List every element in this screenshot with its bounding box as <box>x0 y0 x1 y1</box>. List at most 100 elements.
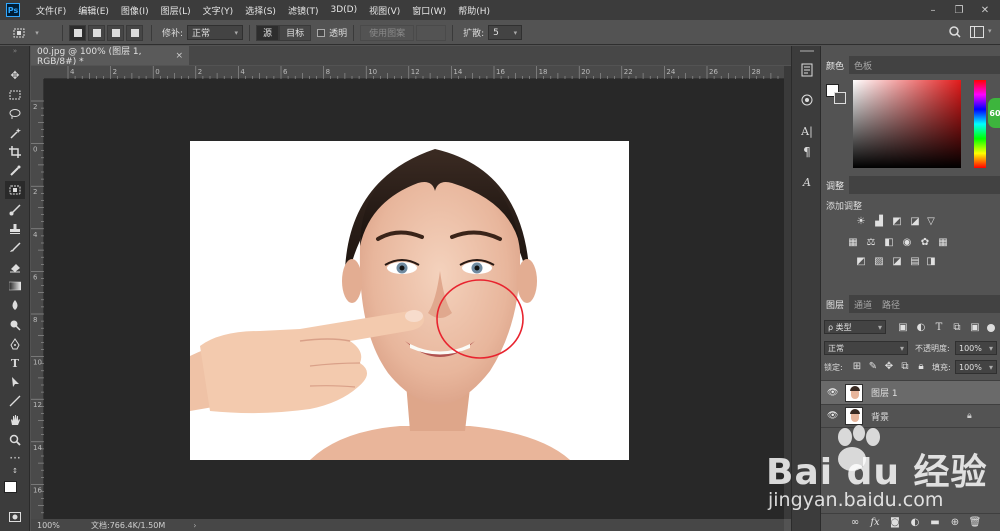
curves-icon[interactable]: ◩ <box>891 216 903 227</box>
filter-toggle-icon[interactable] <box>987 324 995 332</box>
hand-tool-icon[interactable] <box>5 411 25 429</box>
tab-layers[interactable]: 图层 <box>821 295 850 313</box>
swap-colors-icon[interactable]: ↕ <box>5 467 25 475</box>
color-balance-icon[interactable]: ⚖ <box>865 237 877 248</box>
menu-image[interactable]: 图像(I) <box>115 4 155 17</box>
glyphs-panel-icon[interactable]: A <box>798 174 816 190</box>
filter-pixel-icon[interactable]: ▣ <box>897 322 909 333</box>
menu-3d[interactable]: 3D(D) <box>324 5 363 15</box>
blur-tool-icon[interactable] <box>5 296 25 314</box>
target-button[interactable]: 目标 <box>279 24 312 41</box>
lock-all-icon[interactable]: 🔒︎ <box>915 361 927 372</box>
hue-saturation-icon[interactable]: ▦ <box>847 237 859 248</box>
color-field[interactable] <box>853 80 961 168</box>
crop-tool-icon[interactable] <box>5 143 25 161</box>
tab-adjustments[interactable]: 调整 <box>821 176 850 194</box>
layer-name[interactable]: 图层 1 <box>871 386 898 399</box>
lock-transparent-icon[interactable]: ⊞ <box>851 361 863 372</box>
layer-name[interactable]: 背景 <box>871 410 889 423</box>
patch-mode-select[interactable]: 正常 ▾ <box>187 25 244 40</box>
pattern-picker[interactable] <box>416 24 447 41</box>
source-button[interactable]: 源 <box>256 24 280 41</box>
menu-select[interactable]: 选择(S) <box>239 4 282 17</box>
restore-button[interactable]: ❐ <box>946 0 972 20</box>
grip-handle[interactable] <box>800 50 814 52</box>
history-panel-icon[interactable] <box>798 62 816 78</box>
add-mask-icon[interactable]: ◙ <box>889 517 901 528</box>
menu-edit[interactable]: 编辑(E) <box>72 4 115 17</box>
preset-chevron-icon[interactable]: ▾ <box>28 25 46 41</box>
new-group-icon[interactable]: ▬ <box>929 517 941 528</box>
diffusion-select[interactable]: 5 ▾ <box>488 25 523 40</box>
patch-tool-preset-icon[interactable] <box>10 25 28 41</box>
brightness-icon[interactable]: ☀ <box>855 216 867 227</box>
trash-icon[interactable]: 🗑︎ <box>969 517 982 528</box>
hue-slider[interactable] <box>974 80 986 168</box>
brush-tool-icon[interactable] <box>5 201 25 219</box>
lock-artboard-icon[interactable]: ⧉ <box>899 361 911 372</box>
float-badge[interactable]: 60 <box>988 98 1000 128</box>
lock-pixels-icon[interactable]: ✎ <box>867 361 879 372</box>
path-selection-tool-icon[interactable] <box>5 373 25 391</box>
tab-swatches[interactable]: 色板 <box>849 56 877 74</box>
menu-file[interactable]: 文件(F) <box>30 4 72 17</box>
channel-mixer-icon[interactable]: ✿ <box>919 237 931 248</box>
new-adjustment-icon[interactable]: ◐ <box>909 517 921 528</box>
tab-paths[interactable]: 路径 <box>877 295 905 313</box>
new-selection-button[interactable] <box>69 24 86 41</box>
lasso-tool-icon[interactable] <box>5 105 25 123</box>
eyedropper-tool-icon[interactable] <box>5 162 25 180</box>
character-panel-icon[interactable]: A| <box>798 123 816 139</box>
menu-type[interactable]: 文字(Y) <box>197 4 240 17</box>
layer-row[interactable]: 👁︎ 背景 🔒︎ <box>821 404 1000 428</box>
levels-icon[interactable]: ▟ <box>873 216 885 227</box>
gradient-map-icon[interactable]: ▤ <box>909 256 921 267</box>
minimize-button[interactable]: – <box>920 0 946 20</box>
dodge-tool-icon[interactable] <box>5 316 25 334</box>
eraser-tool-icon[interactable] <box>5 258 25 276</box>
workspace-icon[interactable] <box>970 26 984 38</box>
document-canvas[interactable] <box>190 141 629 460</box>
filter-smart-object-icon[interactable]: ▣ <box>969 322 981 333</box>
menu-help[interactable]: 帮助(H) <box>452 4 496 17</box>
new-layer-icon[interactable]: ⊕ <box>949 517 961 528</box>
invert-icon[interactable]: ◩ <box>855 256 867 267</box>
quick-mask-icon[interactable] <box>5 508 25 526</box>
properties-panel-icon[interactable] <box>798 92 816 108</box>
ruler-origin[interactable] <box>31 66 44 79</box>
layer-style-icon[interactable]: fx <box>869 517 881 528</box>
black-white-icon[interactable]: ◧ <box>883 237 895 248</box>
filter-type-icon[interactable]: T <box>933 322 945 333</box>
type-tool-icon[interactable]: T <box>5 354 25 372</box>
eye-icon[interactable]: 👁︎ <box>827 388 839 398</box>
workspace-chevron-icon[interactable]: ▾ <box>988 27 992 35</box>
checkbox-box[interactable] <box>317 28 326 37</box>
background-swatch[interactable] <box>834 92 846 104</box>
document-tab[interactable]: 00.jpg @ 100% (图层 1, RGB/8#) * × <box>31 46 189 67</box>
line-tool-icon[interactable] <box>5 392 25 410</box>
link-layers-icon[interactable]: ∞ <box>849 517 861 528</box>
filter-adjustment-icon[interactable]: ◐ <box>915 322 927 333</box>
magic-wand-tool-icon[interactable] <box>5 124 25 142</box>
foreground-color-swatch[interactable] <box>4 481 17 493</box>
vertical-ruler[interactable]: 2 0 2 4 6 8 10 12 14 16 <box>31 79 44 519</box>
gradient-tool-icon[interactable] <box>5 277 25 295</box>
exposure-icon[interactable]: ◪ <box>909 216 921 227</box>
close-button[interactable]: ✕ <box>972 0 998 20</box>
close-tab-icon[interactable]: × <box>175 51 183 61</box>
layer-filter-select[interactable]: ρ 类型 ▾ <box>824 320 886 334</box>
tab-channels[interactable]: 通道 <box>849 295 877 313</box>
vertical-scrollbar[interactable] <box>784 66 791 519</box>
posterize-icon[interactable]: ▨ <box>873 256 885 267</box>
collapse-toolbar-icon[interactable]: » <box>5 47 25 55</box>
horizontal-ruler[interactable]: 4 2 0 2 4 6 8 10 12 14 16 18 20 22 24 26 28 <box>44 66 784 79</box>
opacity-input[interactable]: 100% ▾ <box>955 341 997 355</box>
marquee-tool-icon[interactable] <box>5 86 25 104</box>
search-icon[interactable] <box>948 25 962 39</box>
menu-layer[interactable]: 图层(L) <box>155 4 197 17</box>
use-pattern-button[interactable]: 使用图案 <box>360 24 415 41</box>
blend-mode-select[interactable]: 正常 ▾ <box>824 341 908 355</box>
vibrance-icon[interactable]: ▽ <box>925 216 937 227</box>
transparent-checkbox[interactable]: 透明 <box>317 26 347 39</box>
subtract-selection-button[interactable] <box>107 24 124 41</box>
